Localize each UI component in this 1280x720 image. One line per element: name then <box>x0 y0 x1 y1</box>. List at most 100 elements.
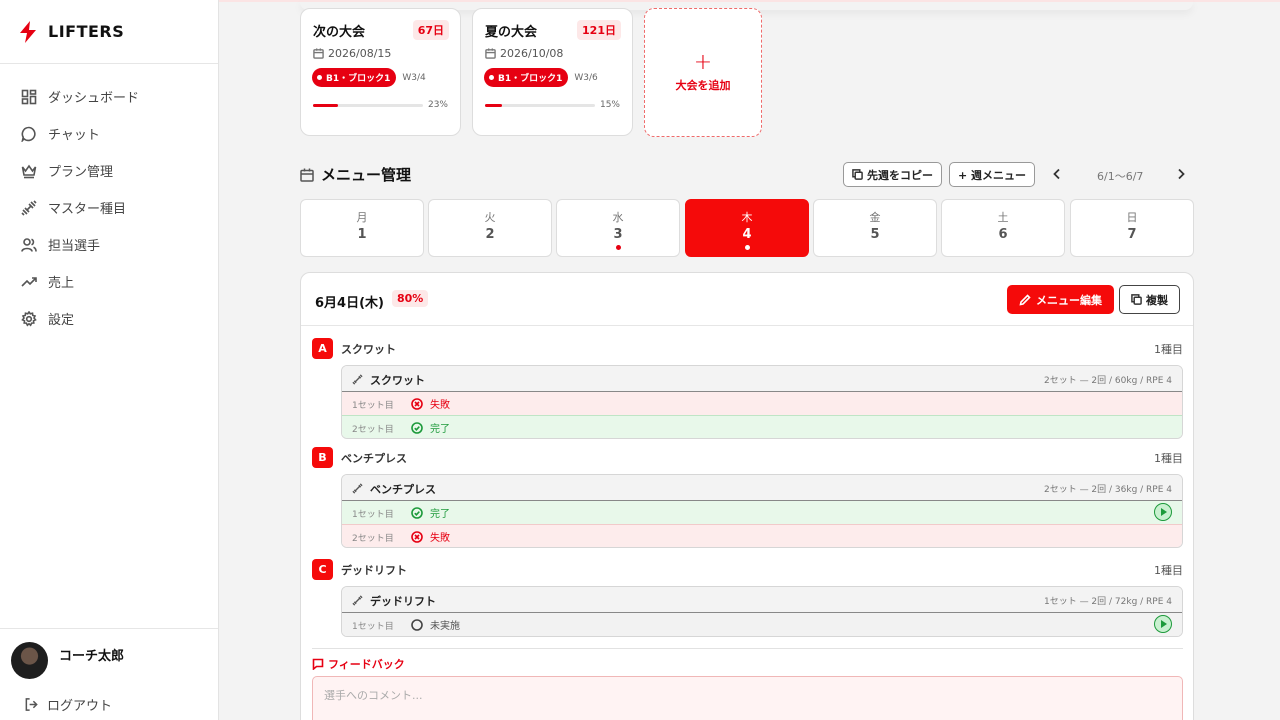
day-number: 4 <box>742 227 752 242</box>
days-remaining-badge: 67日 <box>412 20 449 40</box>
crown-icon <box>20 162 38 180</box>
logout-icon <box>25 698 38 711</box>
day-tab-tue[interactable]: 火 2 <box>428 199 552 257</box>
exercise-box-header: スクワット 2セット — 2回 / 60kg / RPE 4 <box>342 366 1182 392</box>
sidebar-item-label: プラン管理 <box>48 165 114 180</box>
duplicate-button[interactable]: 複製 <box>1119 285 1180 314</box>
exercise-header: B ベンチプレス 1種目 <box>312 447 1183 468</box>
progress-fill <box>485 104 502 107</box>
day-name: 月 <box>356 211 368 224</box>
next-week-button[interactable] <box>1174 167 1188 181</box>
calendar-icon <box>313 48 324 59</box>
copy-icon <box>852 169 863 180</box>
day-number: 7 <box>1127 227 1137 242</box>
block-badge: B1・ブロック1 <box>484 68 569 87</box>
block-label: B1・ブロック1 <box>498 74 563 84</box>
sidebar-item-sales[interactable]: 売上 <box>0 263 218 300</box>
exercise-prescription: 1セット — 2回 / 72kg / RPE 4 <box>1043 597 1172 607</box>
day-tab-sat[interactable]: 土 6 <box>941 199 1065 257</box>
logout-button[interactable]: ログアウト <box>24 695 112 714</box>
day-tab-thu[interactable]: 木 4 <box>685 199 809 257</box>
dumbbell-icon <box>352 374 363 385</box>
competition-progress-bar <box>313 104 423 107</box>
check-circle-icon <box>411 506 423 519</box>
set-row[interactable]: 1セット目 失敗 <box>342 392 1182 415</box>
progress-fill <box>313 104 339 107</box>
add-competition-label: 大会を追加 <box>675 78 731 92</box>
sidebar-item-plans[interactable]: プラン管理 <box>0 152 218 189</box>
exercise-header: A スクワット 1種目 <box>312 338 1183 359</box>
edit-menu-button[interactable]: メニュー編集 <box>1007 285 1114 314</box>
comment-icon <box>312 658 324 670</box>
sidebar-item-master-exercises[interactable]: マスター種目 <box>0 189 218 226</box>
exercise-letter: B <box>312 447 333 468</box>
day-tab-fri[interactable]: 金 5 <box>813 199 937 257</box>
sidebar-item-dashboard[interactable]: ダッシュボード <box>0 78 218 115</box>
user-name: コーチ太郎 <box>59 649 125 664</box>
play-icon <box>1161 508 1167 516</box>
day-number: 2 <box>485 227 495 242</box>
set-label: 1セット目 <box>352 510 394 520</box>
exercise-box-name: デッドリフト <box>370 595 436 608</box>
exercise-letter: C <box>312 559 333 580</box>
exercise-name: スクワット <box>341 343 396 356</box>
play-button[interactable] <box>1154 615 1172 633</box>
feedback-label-text: フィードバック <box>328 658 405 671</box>
logo[interactable]: LIFTERS <box>0 0 218 64</box>
feedback-input[interactable] <box>312 676 1183 720</box>
copy-last-week-label: 先週をコピー <box>867 168 933 182</box>
dashboard-icon <box>20 88 38 106</box>
progress-percent: 23% <box>427 100 448 110</box>
sidebar-item-settings[interactable]: 設定 <box>0 300 218 337</box>
week-range: 6/1〜6/7 <box>1097 170 1144 183</box>
play-button[interactable] <box>1154 503 1172 521</box>
block-info: B1・ブロック1 W3/4 <box>312 68 426 87</box>
sidebar-item-label: マスター種目 <box>48 202 127 217</box>
set-status-text: 完了 <box>430 509 450 520</box>
brand-name: LIFTERS <box>48 22 125 41</box>
set-row[interactable]: 1セット目 未実施 <box>342 613 1182 636</box>
add-week-menu-label: + 週メニュー <box>958 168 1027 182</box>
exercise-box: デッドリフト 1セット — 2回 / 72kg / RPE 4 1セット目 未実… <box>341 586 1183 637</box>
set-status-text: 失敗 <box>430 400 450 411</box>
exercise-prescription: 2セット — 2回 / 36kg / RPE 4 <box>1043 485 1172 495</box>
set-row[interactable]: 2セット目 失敗 <box>342 524 1182 547</box>
gear-icon <box>20 310 38 328</box>
set-status: 失敗 <box>411 529 450 544</box>
users-icon <box>20 236 38 254</box>
prev-week-button[interactable] <box>1050 167 1064 181</box>
exercise-count: 1種目 <box>1154 343 1183 356</box>
add-week-menu-button[interactable]: + 週メニュー <box>949 162 1036 187</box>
menu-title: メニュー管理 <box>300 164 411 185</box>
competition-card[interactable]: 夏の大会 121日 2026/10/08 B1・ブロック1 W3/6 15% <box>472 8 633 136</box>
day-tab-sun[interactable]: 日 7 <box>1070 199 1194 257</box>
exercise-box-header: デッドリフト 1セット — 2回 / 72kg / RPE 4 <box>342 587 1182 613</box>
sidebar-item-athletes[interactable]: 担当選手 <box>0 226 218 263</box>
exercise-name: デッドリフト <box>341 564 407 577</box>
completion-badge: 80% <box>392 290 429 307</box>
pencil-icon <box>1019 293 1031 306</box>
add-competition-button[interactable]: + 大会を追加 <box>644 8 762 137</box>
progress-percent: 15% <box>599 100 620 110</box>
day-number: 5 <box>870 227 880 242</box>
sidebar-nav: ダッシュボード チャット プラン管理 マスター種目 担当選手 売上 設定 <box>0 64 218 337</box>
set-label: 1セット目 <box>352 401 394 411</box>
days-remaining-badge: 121日 <box>577 20 621 40</box>
block-week: W3/6 <box>574 72 598 83</box>
sidebar-item-chat[interactable]: チャット <box>0 115 218 152</box>
competition-card[interactable]: 次の大会 67日 2026/08/15 B1・ブロック1 W3/4 23% <box>300 8 461 136</box>
set-status-text: 失敗 <box>430 533 450 544</box>
day-tab-wed[interactable]: 水 3 <box>556 199 680 257</box>
menu-title-text: メニュー管理 <box>321 166 412 184</box>
copy-last-week-button[interactable]: 先週をコピー <box>843 162 942 187</box>
menu-header: メニュー管理 先週をコピー + 週メニュー 6/1〜6/7 <box>300 162 1193 188</box>
set-row[interactable]: 1セット目 完了 <box>342 501 1182 524</box>
day-tab-mon[interactable]: 月 1 <box>300 199 424 257</box>
plus-icon: + <box>693 49 713 75</box>
edit-menu-label: メニュー編集 <box>1036 293 1102 307</box>
set-row[interactable]: 2セット目 完了 <box>342 415 1182 438</box>
exercise-box-header: ベンチプレス 2セット — 2回 / 36kg / RPE 4 <box>342 475 1182 501</box>
day-number: 1 <box>357 227 367 242</box>
avatar[interactable] <box>11 642 48 679</box>
exercise-box-name: スクワット <box>370 374 425 387</box>
